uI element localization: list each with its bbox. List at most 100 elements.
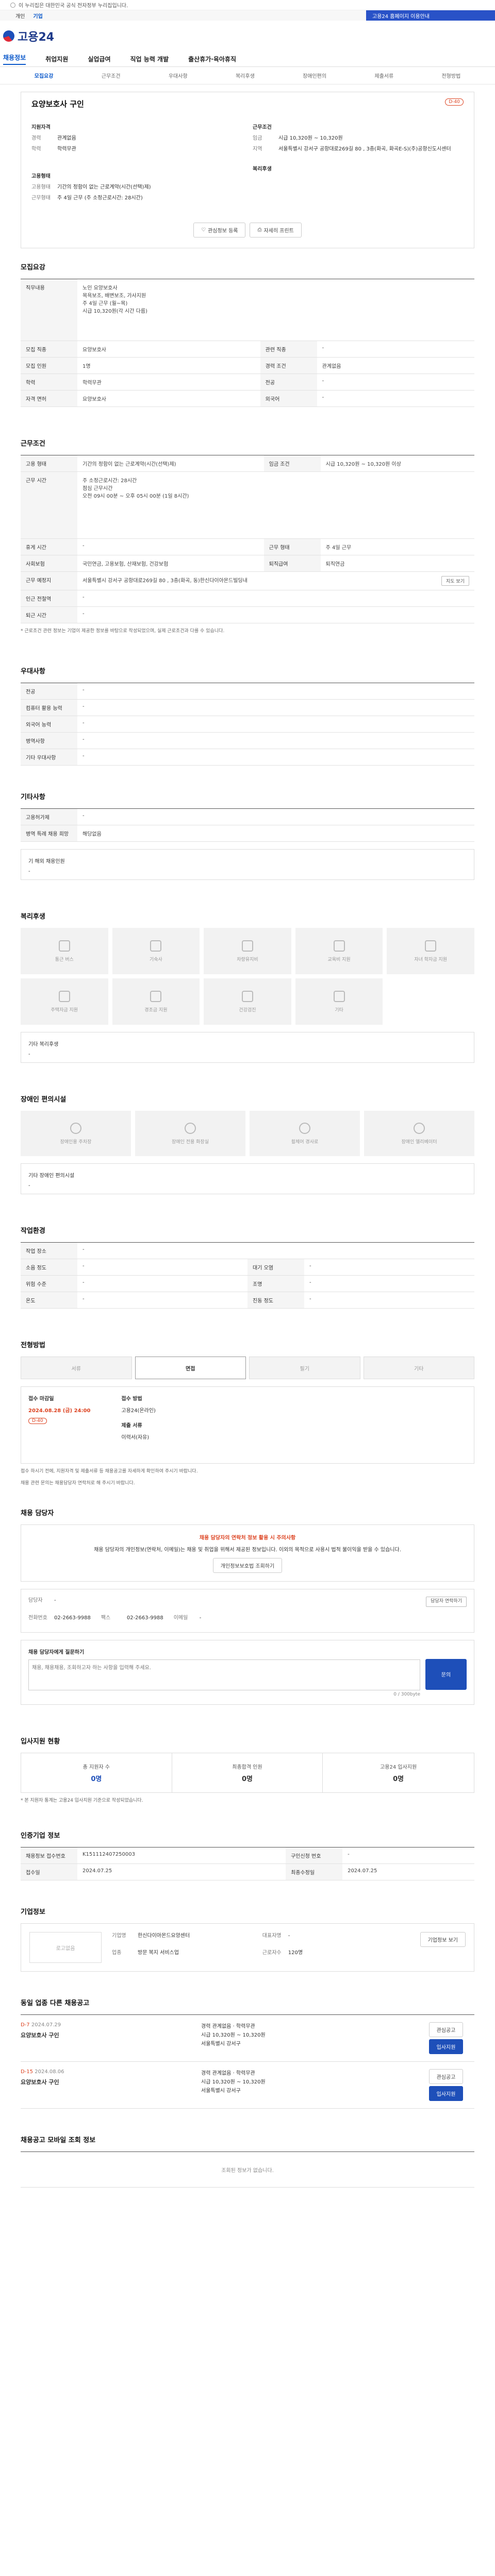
disabled-item: 장애인 전용 화장실 [135,1111,245,1157]
job-favorite-button[interactable]: 관심공고 [428,2022,464,2038]
shift-value: 주 4일 근무 [320,538,474,555]
car-icon [241,940,253,952]
conditions-section: 근무조건 고용 형태 기간의 정함이 없는 근로계약(시간(선택)제) 임금 조건 시… [0,438,495,635]
related-value: - [317,341,474,358]
tab-documents[interactable]: 제출서류 [374,72,393,79]
welfare-item-label: 통근 버스 [55,957,74,962]
severance-value: 퇴직연금 [320,555,474,572]
welfare-heading: 복리후생 [253,166,272,172]
welfare-item-label: 교육비 지원 [327,957,351,962]
tab-preferences[interactable]: 우대사항 [169,72,188,79]
nav-unemployment[interactable]: 실업급여 [88,55,110,63]
stats-grid: 총 지원자 수 0명 최종합격 인원 0명 고용24 입사지원 0명 [21,1752,474,1793]
pref-major-label: 전공 [21,683,77,700]
list-item[interactable]: D-15 2024.08.06 요양보호사 구인 경력 관계없음 · 학력무관 … [21,2062,474,2109]
pref-computer-label: 컴퓨터 활용 능력 [21,699,77,717]
subway-label: 인근 전철역 [21,590,77,607]
req-no-label: 구인신청 번호 [286,1847,343,1865]
reg-no-label: 채용정보 접수번호 [21,1847,77,1865]
recruit-table: 직무내용 노인 요양보호사 목욕보조, 배변보조, 가사지원 주 4일 근무 (월… [21,279,474,407]
welfare-section: 복리후생 통근 버스 기숙사 차량유지비 교육비 지원 자녀 학자금 지원 주택… [0,911,495,1063]
env-place-value: - [77,1242,474,1260]
docs-label: 제출 서류 [121,1423,142,1429]
email-value: - [199,1615,202,1621]
job-dday: D-15 [21,2069,34,2075]
privacy-warning: 채용 담당자의 연락처 정보 활용 시 주의사항 채용 담당자의 개인정보(연락… [21,1524,474,1582]
inquiry-submit-button[interactable]: 문의 [425,1658,467,1690]
favorite-button[interactable]: ♡ 관심정보 등록 [193,223,246,238]
contact-manager-button[interactable]: 담당자 연락하기 [426,1597,467,1607]
privacy-law-button[interactable]: 개인정보보호법 조회하기 [212,1558,283,1573]
job-apply-button[interactable]: 입사지원 [428,2086,464,2102]
tab-welfare[interactable]: 복리후생 [236,72,255,79]
manager-label: 담당자 [28,1598,43,1604]
apply-method-label: 접수 방법 [121,1396,142,1402]
tab-conditions[interactable]: 근무조건 [102,72,121,79]
pref-language-value: - [77,716,474,733]
job-favorite-button[interactable]: 관심공고 [428,2069,464,2084]
nav-employment-support[interactable]: 취업지원 [45,55,68,63]
emp-type-label: 고용형태 [31,184,51,190]
tab-method[interactable]: 전형방법 [441,72,460,79]
disabled-item-label: 휠체어 경사로 [291,1139,319,1145]
tab-recruit[interactable]: 모집요강 [35,72,54,79]
email-label: 이메일 [173,1615,188,1621]
stat-value: 0명 [91,1775,102,1783]
reg-no-value: K151112407250003 [77,1847,286,1865]
list-item[interactable]: D-7 2024.07.29 요양보호사 구인 경력 관계없음 · 학력무관 시… [21,2015,474,2062]
disabled-item: 장애인 엘리베이터 [364,1111,474,1157]
pref-computer-value: - [77,699,474,717]
stat-label: 총 지원자 수 [82,1764,110,1770]
welfare-item-label: 기타 [335,1007,343,1013]
welfare-extra-box: 기타 복리후생 - [21,1032,474,1063]
welfare-item: 주택자금 지원 [21,978,108,1025]
company-logo: 로고없음 [29,1932,102,1963]
map-button[interactable]: 지도 보기 [441,576,469,586]
print-button[interactable]: ⎙ 자세히 프린트 [250,223,302,238]
mod-date-label: 최종수정일 [286,1863,343,1881]
edu-row-label: 학력 [21,374,77,391]
welfare-item-label: 자녀 학자금 지원 [414,957,448,962]
edu-value: 학력무관 [57,146,76,152]
dday-badge: D-40 [445,98,464,106]
company-info-button[interactable]: 기업정보 보기 [420,1932,466,1947]
job-cond: 경력 관계없음 · 학력무관 [201,2071,255,2077]
welfare-item: 교육비 지원 [295,928,383,975]
env-risk-label: 위험 수준 [21,1275,77,1293]
industry-label: 업종 [112,1950,122,1956]
logo-icon[interactable] [3,30,14,42]
preferences-title: 우대사항 [21,668,45,676]
stat-cell: 최종합격 인원 0명 [172,1753,323,1792]
nav-leave[interactable]: 출산휴가·육아휴직 [188,55,236,63]
overseas-title: 기 해외 채용인원 [28,859,65,865]
info-table: 채용정보 접수번호 K151112407250003 구인신청 번호 - 접수일 202… [21,1847,474,1881]
duty-label: 직무내용 [21,279,77,341]
disabled-section: 장애인 편의시설 장애인용 주차장 장애인 전용 화장실 휠체어 경사로 장애인… [0,1094,495,1195]
site-logo[interactable]: 고용24 [18,28,54,44]
tab-disabled[interactable]: 장애인편의 [303,72,326,79]
company-section: 기업정보 로고없음 기업명 한신다이아몬드요양센터 대표자명 - 업종 방문 복지 서… [0,1906,495,1972]
detail-tabs: 모집요강 근무조건 우대사항 복리후생 장애인편의 제출서류 전형방법 [0,67,495,84]
welfare-item: 통근 버스 [21,928,108,975]
method-detail: 접수 마감일 2024.08.28 (금) 24:00 D-40 접수 방법 고… [21,1386,474,1464]
method-note-1: 접수 하시기 전에, 지원자격 및 제출서류 등 채용공고를 자세하게 확인하여… [21,1469,198,1475]
inquiry-textarea[interactable] [28,1659,420,1690]
job-apply-button[interactable]: 입사지원 [428,2039,464,2055]
restroom-icon [185,1122,196,1134]
preferences-table: 전공 - 컴퓨터 활용 능력 - 외국어 능력 - 병역사항 - 기타 우대사항 - [21,683,474,766]
deadline-value: 2024.08.28 (금) 24:00 [28,1408,91,1414]
subway-value: - [77,590,474,607]
job-title[interactable]: 요양보호사 구인 [21,2078,191,2086]
guide-banner[interactable]: 고용24 홈페이지 이용안내 [366,10,495,21]
env-noise-label: 소음 정도 [21,1259,77,1276]
job-title[interactable]: 요양보호사 구인 [21,2031,191,2039]
env-vibration-value: - [304,1292,474,1309]
language-label: 외국어 [260,390,317,407]
tab-company[interactable]: 기업 [33,12,42,20]
employees-value: 120명 [288,1950,303,1956]
nav-training[interactable]: 직업 능력 개발 [130,55,169,63]
book-icon [333,940,345,952]
nav-jobs[interactable]: 채용정보 [3,53,26,65]
env-place-label: 작업 장소 [21,1242,77,1260]
tab-personal[interactable]: 개인 [15,12,25,20]
